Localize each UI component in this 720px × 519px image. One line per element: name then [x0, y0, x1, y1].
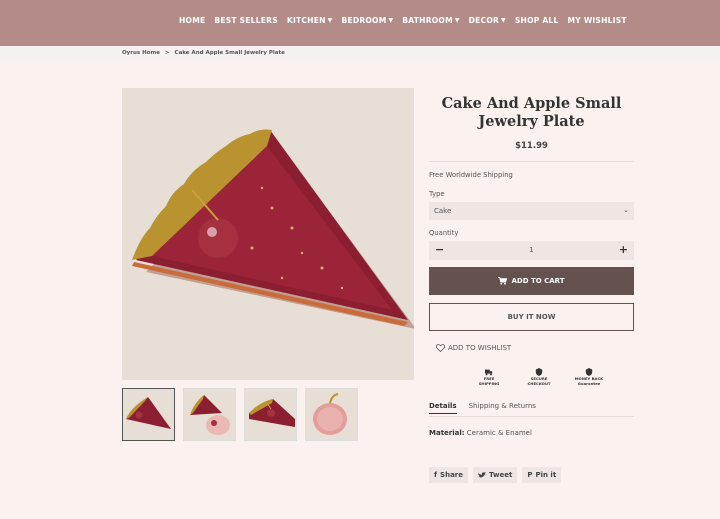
type-label: Type	[429, 190, 445, 198]
nav-item-label: HOME	[179, 16, 206, 25]
trust-badges: FREE SHIPPING SECURE CHECKOUT MONEY BACK…	[474, 368, 604, 386]
tab-shipping-returns[interactable]: Shipping & Returns	[469, 402, 536, 414]
pinterest-icon: P	[527, 471, 533, 479]
thumbnail-image	[184, 389, 235, 440]
nav-menu: HOME BEST SELLERS KITCHEN ▼ BEDROOM ▼ BATH…	[179, 16, 636, 25]
chevron-down-icon: ▼	[501, 17, 506, 24]
nav-item-bathroom[interactable]: BATHROOM ▼	[402, 16, 459, 25]
add-to-cart-button[interactable]: ADD TO CART	[429, 267, 634, 295]
buy-now-button[interactable]: BUY IT NOW	[429, 303, 634, 331]
twitter-icon	[478, 471, 486, 478]
divider	[429, 161, 634, 162]
thumbnail-1[interactable]	[122, 388, 175, 441]
type-select[interactable]: Cake ⌄	[429, 202, 634, 220]
nav-item-label: BEST SELLERS	[214, 16, 278, 25]
pinterest-share-button[interactable]: P Pin it	[522, 467, 562, 483]
breadcrumb-current: Cake And Apple Small Jewelry Plate	[174, 50, 285, 56]
badge-label: FREE SHIPPING	[478, 376, 500, 386]
nav-item-bedroom[interactable]: BEDROOM ▼	[341, 16, 393, 25]
quantity-increase-button[interactable]: +	[619, 243, 628, 256]
product-price: $11.99	[515, 141, 548, 151]
thumbnail-2[interactable]	[183, 388, 236, 441]
facebook-icon: f	[434, 471, 438, 479]
chevron-down-icon: ▼	[388, 17, 394, 24]
chevron-down-icon: ▼	[454, 17, 460, 24]
breadcrumb-separator: >	[164, 50, 170, 56]
material-label: Material:	[429, 429, 465, 437]
nav-item-label: SHOP ALL	[514, 16, 559, 25]
quantity-input[interactable]: 1	[429, 246, 634, 254]
thumbnail-image	[245, 389, 296, 440]
badge-money-back: MONEY BACK Guarantee	[574, 368, 604, 386]
lock-shield-icon	[535, 368, 543, 376]
cart-icon	[498, 277, 508, 285]
tabs-divider	[429, 416, 634, 417]
cake-plate-image	[122, 88, 414, 380]
quantity-stepper: − 1 +	[429, 241, 634, 260]
add-to-wishlist-label: ADD TO WISHLIST	[448, 344, 512, 352]
thumbnail-3[interactable]	[244, 388, 297, 441]
buy-now-label: BUY IT NOW	[507, 313, 556, 321]
badge-label: MONEY BACK Guarantee	[574, 376, 604, 386]
share-label: Share	[440, 471, 463, 479]
quantity-label: Quantity	[429, 229, 459, 237]
badge-secure-checkout: SECURE CHECKOUT	[524, 368, 554, 386]
breadcrumb: Oyrus Home > Cake And Apple Small Jewelr…	[122, 50, 285, 56]
nav-item-kitchen[interactable]: KITCHEN ▼	[287, 16, 333, 25]
product-title: Cake And Apple Small Jewelry Plate	[441, 95, 622, 130]
pin-label: Pin it	[535, 471, 557, 479]
breadcrumb-bar	[0, 46, 720, 61]
nav-item-decor[interactable]: DECOR ▼	[469, 16, 506, 25]
thumbnail-4[interactable]	[305, 388, 358, 441]
nav-item-home[interactable]: HOME	[179, 16, 205, 25]
nav-item-label: BATHROOM	[402, 16, 453, 25]
chevron-down-icon: ⌄	[623, 206, 629, 214]
thumbnail-image	[123, 389, 174, 440]
badge-label: SECURE CHECKOUT	[527, 376, 551, 386]
facebook-share-button[interactable]: f Share	[429, 467, 468, 483]
top-navigation: HOME BEST SELLERS KITCHEN ▼ BEDROOM ▼ BATH…	[0, 0, 720, 46]
type-select-value: Cake	[434, 207, 452, 215]
add-to-cart-label: ADD TO CART	[511, 277, 565, 285]
add-to-wishlist-link[interactable]: ADD TO WISHLIST	[436, 344, 511, 352]
product-thumbnails	[122, 388, 358, 441]
heart-icon	[436, 344, 445, 352]
nav-item-my-wishlist[interactable]: MY WISHLIST	[568, 16, 627, 25]
nav-item-best-sellers[interactable]: BEST SELLERS	[214, 16, 278, 25]
nav-item-label: MY WISHLIST	[567, 16, 627, 25]
nav-item-shop-all[interactable]: SHOP ALL	[515, 16, 559, 25]
thumbnail-image	[306, 389, 357, 440]
share-buttons: f Share Tweet P Pin it	[429, 467, 562, 483]
truck-icon	[485, 369, 493, 376]
chevron-down-icon: ▼	[327, 17, 333, 24]
material-info: Material: Ceramic & Enamel	[429, 429, 532, 437]
nav-item-label: KITCHEN	[286, 16, 326, 25]
breadcrumb-home-link[interactable]: Oyrus Home	[122, 50, 160, 56]
money-shield-icon	[585, 368, 593, 376]
nav-item-label: BEDROOM	[341, 16, 387, 25]
product-tabs: Details Shipping & Returns	[429, 402, 536, 414]
badge-free-shipping: FREE SHIPPING	[474, 368, 504, 386]
nav-item-label: DECOR	[468, 16, 500, 25]
material-value: Ceramic & Enamel	[466, 429, 532, 437]
twitter-share-button[interactable]: Tweet	[473, 467, 518, 483]
product-main-image[interactable]	[122, 88, 414, 380]
tab-details[interactable]: Details	[429, 402, 457, 414]
shipping-note: Free Worldwide Shipping	[429, 171, 513, 179]
tweet-label: Tweet	[489, 471, 513, 479]
